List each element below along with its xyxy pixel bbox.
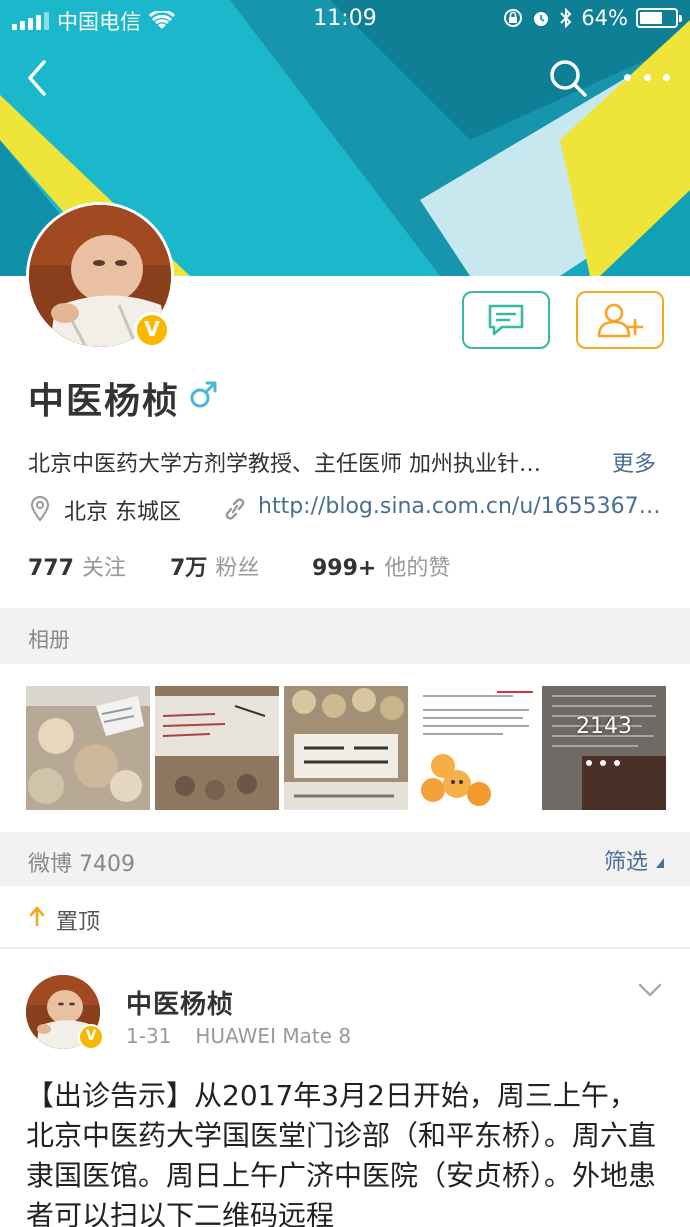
message-button[interactable]	[462, 291, 550, 349]
more-options-icon[interactable]	[624, 62, 670, 92]
post-meta: 1-31 HUAWEI Mate 8	[126, 1024, 351, 1048]
album-photo-1	[26, 686, 150, 810]
divider	[0, 947, 690, 949]
bio-more-link[interactable]: 更多	[612, 446, 656, 478]
post-date: 1-31	[126, 1024, 172, 1048]
back-icon[interactable]	[20, 58, 56, 98]
filter-button[interactable]: 筛选	[604, 844, 648, 876]
post-verified-badge: V	[78, 1024, 104, 1050]
link-icon	[225, 498, 245, 520]
album-title[interactable]: 相册	[28, 624, 70, 654]
stat-fans-label: 粉丝	[215, 556, 260, 581]
album-photo-3	[284, 686, 408, 810]
blog-link[interactable]: http://blog.sina.com.cn/u/1655367…	[258, 494, 662, 519]
pinned-label: 置顶	[56, 910, 101, 935]
stat-likes[interactable]: 999+ 他的赞	[312, 550, 450, 582]
post-author-name[interactable]: 中医杨桢	[126, 984, 234, 1021]
pin-arrow-icon	[30, 906, 44, 926]
location-icon	[30, 496, 50, 522]
status-bar: 中国电信 11:09 64%	[0, 0, 690, 40]
post-device: HUAWEI Mate 8	[195, 1024, 352, 1048]
album-more-icon	[586, 760, 620, 766]
bluetooth-icon	[560, 8, 572, 28]
stat-likes-label: 他的赞	[384, 556, 451, 581]
album-header	[0, 608, 690, 664]
album-photo[interactable]	[155, 686, 279, 810]
album-photo-5	[542, 686, 666, 810]
alarm-icon	[534, 12, 549, 26]
stat-following-label: 关注	[81, 556, 126, 581]
rotation-lock-icon	[504, 9, 523, 27]
stat-fans[interactable]: 7万 粉丝	[170, 550, 259, 582]
album-photo[interactable]: 2143	[542, 686, 666, 810]
filter-caret-icon	[656, 858, 664, 868]
verified-badge: V	[134, 312, 170, 348]
search-icon[interactable]	[548, 58, 588, 98]
post-text: 【出诊告示】从2017年3月2日开始，周三上午，北京中医药大学国医堂门诊部（和平…	[26, 1079, 657, 1227]
follow-button[interactable]	[576, 291, 664, 349]
add-user-icon	[597, 303, 644, 338]
chevron-down-icon[interactable]	[638, 982, 662, 998]
album-photo-4	[413, 686, 537, 810]
album-photo[interactable]	[26, 686, 150, 810]
stat-following[interactable]: 777 关注	[28, 550, 126, 582]
battery-percent: 64%	[581, 6, 628, 30]
album-photo-2	[155, 686, 279, 810]
location-text: 北京 东城区	[64, 500, 181, 525]
stat-likes-value: 999+	[312, 556, 377, 581]
album-strip: 2143	[26, 686, 666, 810]
profile-name: 中医杨桢	[28, 381, 181, 422]
battery-icon	[636, 8, 682, 28]
male-icon	[190, 381, 217, 408]
stat-fans-value: 7万	[170, 556, 208, 581]
album-photo[interactable]	[284, 686, 408, 810]
battery-level	[640, 12, 662, 24]
profile-bio: 北京中医药大学方剂学教授、主任医师 加州执业针…	[28, 452, 541, 477]
stat-following-value: 777	[28, 556, 74, 581]
album-count: 2143	[576, 714, 632, 739]
message-icon	[488, 304, 524, 336]
weibo-count: 微博 7409	[28, 852, 135, 877]
album-photo[interactable]	[413, 686, 537, 810]
